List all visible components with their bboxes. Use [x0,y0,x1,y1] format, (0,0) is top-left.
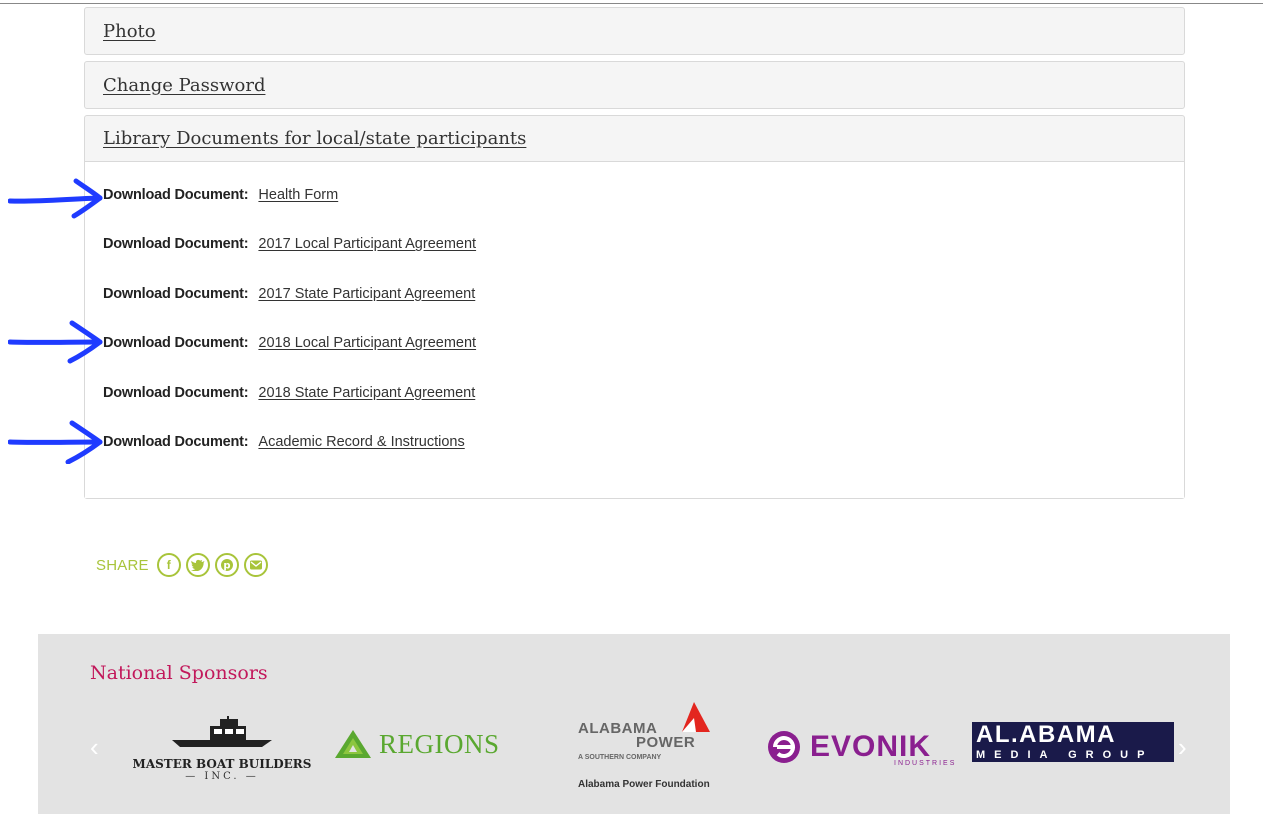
change-password-panel-header[interactable]: Change Password [85,62,1184,108]
sponsor-subname: — INC. — [185,771,259,782]
regions-triangle-icon [335,730,371,758]
document-row: Download Document: 2018 Local Participan… [103,319,1166,369]
annotation-arrow-icon [8,420,103,464]
document-link-academic-record[interactable]: Academic Record & Instructions [258,434,464,450]
sponsor-logo-evonik[interactable]: EVONIK INDUSTRIES [766,722,954,772]
download-document-label: Download Document: [103,384,249,401]
change-password-panel-title[interactable]: Change Password [103,75,265,96]
download-document-label: Download Document: [103,335,249,352]
sponsor-name: EVONIK [810,730,932,763]
library-documents-panel-title[interactable]: Library Documents for local/state partic… [103,128,526,149]
sponsor-logo-alabama-media-group[interactable]: AL.ABAMA MEDIA GROUP [972,722,1174,762]
alabama-power-triangle-icon [682,702,710,732]
change-password-panel[interactable]: Change Password [84,61,1185,109]
share-label: SHARE [96,556,149,574]
facebook-icon[interactable]: f [156,553,181,577]
sponsor-subname: MEDIA GROUP [972,748,1174,762]
sponsor-tagline: A SOUTHERN COMPANY [578,754,662,761]
document-link-2018-state-agreement[interactable]: 2018 State Participant Agreement [258,385,475,401]
sponsor-name: AL.ABAMA [972,722,1174,748]
national-sponsors-title: National Sponsors [90,662,268,684]
download-document-label: Download Document: [103,186,249,203]
sponsor-logo-master-boat-builders[interactable]: MASTER BOAT BUILDERS — INC. — [132,716,312,782]
document-row: Download Document: 2017 Local Participan… [103,220,1166,270]
download-document-label: Download Document: [103,434,249,451]
annotation-arrow-icon [8,320,103,364]
carousel-next-button[interactable]: › [1178,734,1187,760]
document-row: Download Document: Academic Record & Ins… [103,418,1166,468]
document-row: Download Document: 2017 State Participan… [103,269,1166,319]
sponsor-foundation: Alabama Power Foundation [578,779,710,790]
photo-panel[interactable]: Photo [84,7,1185,55]
document-link-2018-local-agreement[interactable]: 2018 Local Participant Agreement [258,335,476,351]
top-border [0,3,1263,4]
document-row: Download Document: Health Form [103,170,1166,220]
download-document-label: Download Document: [103,285,249,302]
sponsor-name-line2: POWER [636,734,696,751]
library-documents-panel: Library Documents for local/state partic… [84,115,1185,499]
pinterest-icon[interactable]: p [214,553,239,577]
sponsor-subname: INDUSTRIES [894,760,957,767]
annotation-arrow-icon [8,178,103,219]
sponsor-name: MASTER BOAT BUILDERS [132,757,312,771]
library-documents-list: Download Document: Health Form Download … [85,162,1184,498]
sponsors-footer: National Sponsors ‹ MASTER BOAT BUILDERS… [38,634,1230,814]
sponsor-logo-alabama-power[interactable]: ALABAMA POWER A SOUTHERN COMPANY Alabama… [576,702,716,792]
svg-text:p: p [223,561,230,572]
document-link-health-form[interactable]: Health Form [258,187,338,203]
document-link-2017-local-agreement[interactable]: 2017 Local Participant Agreement [258,236,476,252]
boat-icon [172,716,272,747]
sponsor-logo-regions[interactable]: REGIONS [333,724,500,764]
download-document-label: Download Document: [103,236,249,253]
library-documents-panel-header[interactable]: Library Documents for local/state partic… [85,116,1184,162]
photo-panel-title[interactable]: Photo [103,21,156,42]
twitter-icon[interactable] [185,553,210,577]
photo-panel-header[interactable]: Photo [85,8,1184,54]
evonik-e-icon [768,731,800,763]
document-row: Download Document: 2018 State Participan… [103,368,1166,418]
email-icon[interactable] [243,553,268,577]
carousel-prev-button[interactable]: ‹ [90,734,99,760]
sponsor-name: REGIONS [379,728,500,759]
document-link-2017-state-agreement[interactable]: 2017 State Participant Agreement [258,286,475,302]
share-bar: SHARE f p [96,553,268,577]
